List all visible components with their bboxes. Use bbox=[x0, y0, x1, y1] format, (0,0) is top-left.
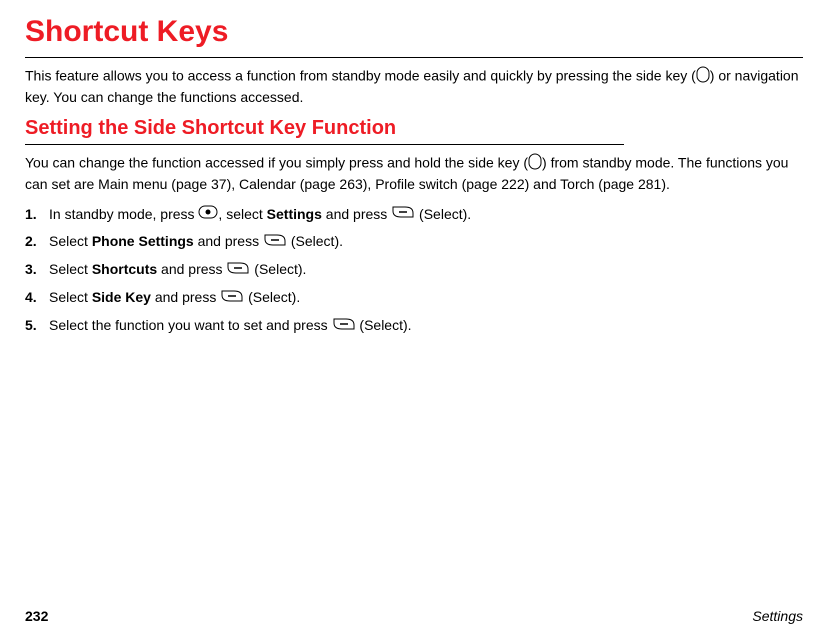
step-text-pre: Select bbox=[49, 261, 92, 277]
soft-key-icon bbox=[391, 204, 415, 225]
step-number: 5. bbox=[25, 315, 37, 336]
soft-key-icon bbox=[220, 288, 244, 309]
step-text-seg1: , select bbox=[218, 206, 266, 222]
footer-section-name: Settings bbox=[752, 608, 803, 624]
step-5: 5. Select the function you want to set a… bbox=[25, 315, 803, 337]
page-number: 232 bbox=[25, 608, 48, 624]
step-3: 3. Select Shortcuts and press (Select). bbox=[25, 259, 803, 281]
intro-paragraph: This feature allows you to access a func… bbox=[25, 66, 803, 107]
step-bold1: Settings bbox=[267, 206, 322, 222]
step-text-pre: Select bbox=[49, 289, 92, 305]
page-title: Shortcut Keys bbox=[25, 15, 803, 49]
step-bold1: Side Key bbox=[92, 289, 151, 305]
step-number: 4. bbox=[25, 287, 37, 308]
step-bold1: Shortcuts bbox=[92, 261, 157, 277]
step-4: 4. Select Side Key and press (Select). bbox=[25, 287, 803, 309]
step-1: 1. In standby mode, press , select Setti… bbox=[25, 204, 803, 226]
step-number: 2. bbox=[25, 231, 37, 252]
step-text-pre: Select bbox=[49, 233, 92, 249]
step-text-pre: Select the function you want to set and … bbox=[49, 317, 332, 333]
title-divider bbox=[25, 57, 803, 58]
step-2: 2. Select Phone Settings and press (Sele… bbox=[25, 231, 803, 253]
side-key-icon bbox=[528, 153, 542, 175]
intro-text-part1: This feature allows you to access a func… bbox=[25, 68, 696, 84]
soft-key-icon bbox=[263, 232, 287, 253]
side-key-icon bbox=[696, 66, 710, 88]
step-text-seg2: and press bbox=[151, 289, 220, 305]
section-body: You can change the function accessed if … bbox=[25, 153, 803, 194]
soft-key-icon bbox=[332, 316, 356, 337]
section-body-part1: You can change the function accessed if … bbox=[25, 154, 528, 170]
step-text-tail: (Select). bbox=[356, 317, 412, 333]
steps-list: 1. In standby mode, press , select Setti… bbox=[25, 204, 803, 337]
step-number: 1. bbox=[25, 204, 37, 225]
step-text-seg2: and press bbox=[322, 206, 391, 222]
step-text-seg2: and press bbox=[194, 233, 263, 249]
soft-key-icon bbox=[226, 260, 250, 281]
section-title: Setting the Side Shortcut Key Function bbox=[25, 117, 803, 140]
step-bold1: Phone Settings bbox=[92, 233, 194, 249]
step-text-pre: In standby mode, press bbox=[49, 206, 198, 222]
center-key-icon bbox=[198, 204, 218, 225]
section-divider bbox=[25, 144, 624, 145]
step-text-tail: (Select). bbox=[244, 289, 300, 305]
step-text-tail: (Select). bbox=[287, 233, 343, 249]
step-text-seg2: and press bbox=[157, 261, 226, 277]
step-text-tail: (Select). bbox=[250, 261, 306, 277]
page-footer: 232 Settings bbox=[25, 608, 803, 624]
step-text-tail: (Select). bbox=[415, 206, 471, 222]
step-number: 3. bbox=[25, 259, 37, 280]
